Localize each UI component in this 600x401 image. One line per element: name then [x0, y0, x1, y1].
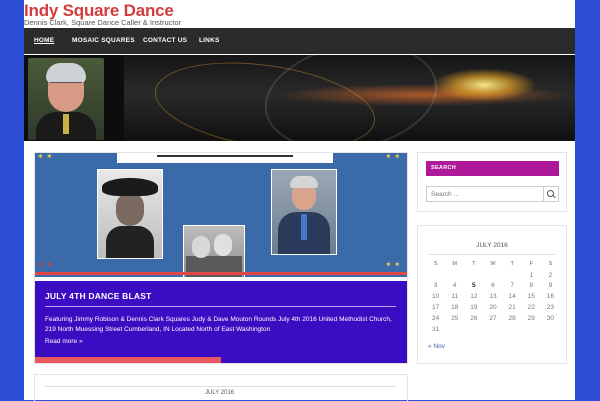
divider — [45, 306, 396, 307]
calendar-day: 23 — [546, 304, 555, 312]
site-description: Dennis Clark, Square Dance Caller & Inst… — [24, 18, 182, 27]
calendar-day: 11 — [451, 293, 459, 301]
calendar-empty-cell — [483, 270, 502, 281]
featured-post: ✶ ✶ ✶ ✶ ✶ ✶ ✶ ✶ JULY 4TH DANCE BLAST Fea… — [34, 152, 408, 364]
nav-item-mosaic-squares[interactable]: MOSAIC SQUARES — [72, 37, 135, 44]
calendar-weekday: S — [548, 261, 553, 268]
calendar-day: 2 — [548, 271, 553, 279]
calendar-weekday: T — [510, 261, 514, 268]
calendar-day[interactable]: 5 — [464, 281, 483, 292]
calendar-weekday: T — [472, 261, 476, 268]
nav-item-contact-us[interactable]: CONTACT US — [143, 37, 187, 44]
calendar-week: 31 — [426, 324, 560, 335]
header-banner — [24, 55, 575, 141]
calendar-caption: JULY 2016 — [476, 242, 508, 249]
calendar-weekday: F — [529, 261, 533, 268]
calendar-day: 21 — [508, 304, 516, 312]
calendar-day: 22 — [527, 304, 535, 312]
calendar-day: 9 — [548, 282, 553, 290]
post-excerpt: Featuring Jimmy Robison & Dennis Clark S… — [45, 316, 392, 333]
calendar-week: 3 456 7 8 9 — [426, 281, 560, 292]
calendar-day: 31 — [431, 325, 440, 333]
calendar-empty-cell — [445, 324, 464, 335]
slider-progress — [35, 357, 407, 363]
calendar-day: 15 — [527, 293, 535, 301]
divider — [428, 254, 556, 255]
calendar-day: 20 — [489, 304, 497, 312]
calendar-day: 28 — [508, 314, 516, 322]
caller-photo-cowboy-hat — [97, 169, 163, 259]
couple-photo — [183, 225, 245, 277]
page: Indy Square Dance Dennis Clark, Square D… — [24, 0, 575, 401]
calendar-day: 10 — [431, 293, 440, 301]
calendar-weekday: M — [452, 261, 457, 268]
decoration-icon: ✶ ✶ — [37, 260, 53, 269]
flyer-header-strip — [117, 153, 333, 163]
read-more-link[interactable]: Read more » — [45, 338, 83, 345]
calendar-day: 18 — [451, 304, 459, 312]
caller-portrait — [28, 58, 104, 140]
calendar-empty-cell — [464, 270, 483, 281]
decoration-icon: ✶ ✶ — [385, 260, 401, 269]
calendar-day: 4 — [452, 282, 457, 290]
calendar-empty-cell — [541, 324, 560, 335]
calendar-empty-cell — [503, 324, 522, 335]
featured-image[interactable]: ✶ ✶ ✶ ✶ ✶ ✶ ✶ ✶ — [35, 153, 407, 277]
calendar-empty-cell — [483, 324, 502, 335]
calendar-day: 24 — [431, 314, 440, 322]
slider-progress-fill — [35, 357, 221, 363]
calendar-week: 10 11 12 13 14 15 16 — [426, 291, 560, 302]
calendar-empty-cell — [522, 324, 541, 335]
calendar-week: 24 25 26 27 28 29 30 — [426, 313, 560, 324]
decoration-icon: ✶ ✶ — [37, 153, 53, 161]
decoration-icon: ✶ ✶ — [385, 153, 401, 161]
post-title[interactable]: JULY 4TH DANCE BLAST — [45, 291, 152, 301]
calendar-empty-cell — [464, 324, 483, 335]
calendar-day: 16 — [546, 293, 555, 301]
calendar-weekday: W — [490, 261, 496, 268]
nav-item-links[interactable]: LINKS — [199, 37, 220, 44]
calendar-weekday: S — [433, 261, 438, 268]
divider — [45, 386, 396, 387]
calendar-day: 30 — [546, 314, 555, 322]
nav-item-home[interactable]: HOME — [34, 37, 54, 44]
calendar-day: 7 — [510, 282, 514, 290]
calendar-day: 1 — [529, 271, 534, 279]
search-input[interactable] — [426, 186, 544, 202]
calendar-day: 8 — [529, 282, 534, 290]
post-summary: JULY 4TH DANCE BLAST Featuring Jimmy Rob… — [35, 281, 407, 357]
calendar-day: 12 — [470, 293, 478, 301]
calendar-grid: S M T W T F S 1 2 3 4 5 6 7 8 9 10 11 12 13 14 15 16 17 18 19 20 21… — [426, 259, 560, 335]
calendar-day: 6 — [491, 282, 495, 290]
widget-caption: JULY 2016 — [205, 390, 235, 396]
search-button[interactable] — [544, 186, 559, 202]
search-widget: SEARCH — [417, 152, 567, 212]
caller-photo — [271, 169, 337, 255]
calendar-widget: JULY 2016 S M T W T F S 1 2 3 4 5 6 7 8 9 10 11 12 13 14 15 16… — [417, 225, 567, 364]
calendar-day: 25 — [451, 314, 459, 322]
calendar-day: 27 — [489, 314, 497, 322]
calendar-day: 19 — [470, 304, 478, 312]
calendar-empty-cell — [426, 270, 445, 281]
flyer-divider — [35, 272, 407, 275]
calendar-day: 29 — [527, 314, 535, 322]
calendar-week: 17 18 19 20 21 22 23 — [426, 302, 560, 313]
calendar-weekday-row: SMTWTFS — [426, 259, 560, 270]
main-nav: HOME MOSAIC SQUARES CONTACT US LINKS — [24, 28, 575, 54]
calendar-day: 13 — [489, 293, 497, 301]
calendar-empty-cell — [503, 270, 522, 281]
calendar-prev-link[interactable]: « Nov — [428, 343, 445, 350]
calendar-day: 17 — [431, 304, 440, 312]
second-widget: JULY 2016 — [34, 374, 408, 401]
calendar-day: 14 — [508, 293, 516, 301]
calendar-empty-cell — [445, 270, 464, 281]
widget-heading: SEARCH — [426, 161, 559, 176]
calendar-day: 26 — [470, 314, 478, 322]
calendar-day: 3 — [433, 282, 438, 290]
calendar-week: 12 — [426, 270, 560, 281]
